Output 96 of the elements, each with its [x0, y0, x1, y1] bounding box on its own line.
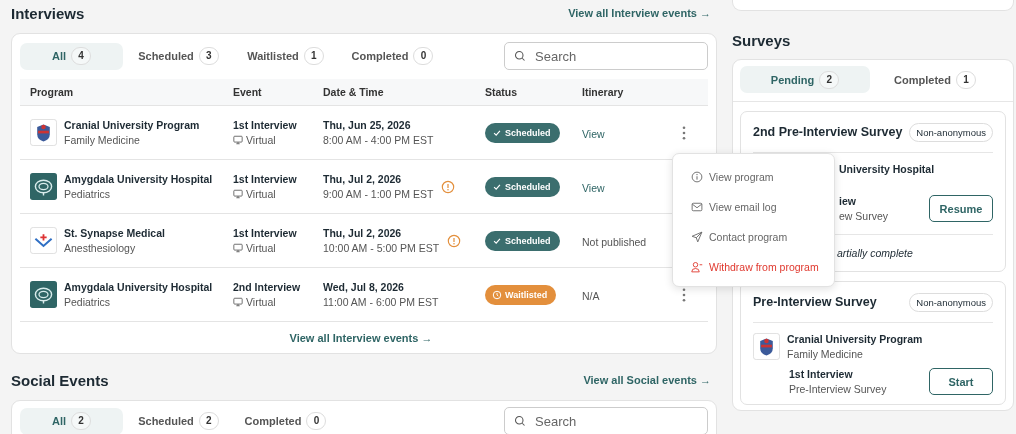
status-badge: Scheduled [485, 230, 560, 251]
program-name: Cranial University Program [787, 333, 923, 345]
itinerary-text: N/A [582, 289, 600, 302]
program-name: Amygdala University Hospital [64, 173, 213, 185]
event-date: Thu, Jul 2, 2026 [323, 227, 403, 239]
event-name: 2nd Interview [233, 281, 302, 293]
count-badge: 0 [306, 412, 327, 430]
column-header: Event [233, 86, 263, 98]
event-name: 1st Interview [233, 119, 298, 131]
filter-tab[interactable]: All 4 [20, 42, 123, 70]
search-icon [514, 50, 526, 62]
column-header: Status [485, 86, 519, 98]
filter-tab[interactable]: Completed 0 [234, 407, 337, 434]
medical-logo-icon [30, 227, 57, 254]
event-mode: Virtual [246, 242, 276, 254]
event-name: 1st Interview [233, 227, 298, 239]
section-title: Surveys [732, 32, 792, 49]
survey-name: Pre-Interview Survey [789, 383, 887, 395]
event-time: 9:00 AM - 1:00 PM EST [323, 188, 434, 200]
brain-logo-icon [30, 281, 57, 308]
event-name: iew [839, 195, 857, 207]
survey-status: artially complete [837, 247, 913, 259]
specialty: Family Medicine [787, 348, 864, 360]
event-mode: Virtual [246, 134, 276, 146]
survey-title: 2nd Pre-Interview Survey [753, 125, 903, 139]
count-badge: 2 [819, 70, 840, 89]
event-mode: Virtual [246, 188, 276, 200]
event-date: Wed, Jul 8, 2026 [323, 281, 405, 293]
survey-name: ew Survey [839, 210, 889, 222]
paper-plane-icon [691, 231, 703, 243]
event-mode: Virtual [246, 296, 276, 308]
view-all-link[interactable]: View all Social events → [583, 374, 711, 386]
filter-tab[interactable]: Pending 2 [740, 66, 870, 93]
status-badge: Scheduled [485, 176, 560, 197]
specialty: Anesthesiology [64, 242, 137, 254]
program-name: Amygdala University Hospital [64, 281, 213, 293]
event-time: 8:00 AM - 4:00 PM EST [323, 134, 434, 146]
program-name: St. Synapse Medical [64, 227, 165, 239]
filter-tab[interactable]: Waitlisted 1 [234, 42, 337, 70]
count-badge: 1 [303, 47, 324, 65]
menu-item[interactable]: Contact program [673, 222, 834, 252]
count-badge: 3 [198, 47, 219, 65]
more-options-icon[interactable] [682, 287, 686, 302]
count-badge: 2 [71, 412, 92, 430]
survey-action-button[interactable]: Resume [929, 195, 993, 222]
section-title: Interviews [11, 4, 85, 22]
monitor-icon [233, 189, 243, 199]
event-time: 11:00 AM - 6:00 PM EST [323, 296, 439, 308]
column-header: Program [30, 86, 75, 98]
column-header: Date & Time [323, 86, 385, 98]
menu-item[interactable]: Withdraw from program [673, 252, 834, 282]
program-name: University Hospital [839, 163, 935, 175]
shield-logo-icon [753, 333, 780, 360]
itinerary-link[interactable]: View [582, 127, 605, 140]
status-badge: Scheduled [485, 122, 560, 143]
survey-action-button[interactable]: Start [929, 368, 993, 395]
filter-tab[interactable]: Scheduled 3 [127, 42, 230, 70]
search-icon [514, 415, 526, 427]
shield-logo-icon [30, 119, 57, 146]
mail-icon [691, 201, 703, 213]
view-all-link[interactable]: View all Interview events → [568, 7, 711, 19]
event-name: 1st Interview [789, 368, 854, 380]
menu-item[interactable]: View email log [673, 192, 834, 222]
monitor-icon [233, 297, 243, 307]
section-title: Social Events [11, 371, 109, 389]
column-header: Itinerary [582, 86, 625, 98]
brain-logo-icon [30, 173, 57, 200]
filter-tab[interactable]: Completed 0 [341, 42, 444, 70]
specialty: Pediatrics [64, 296, 112, 308]
search-field[interactable]: Search [504, 407, 708, 434]
monitor-icon [233, 243, 243, 253]
event-date: Thu, Jun 25, 2026 [323, 119, 412, 131]
count-badge: 0 [413, 47, 434, 65]
itinerary-link[interactable]: View [582, 181, 605, 194]
program-name: Cranial University Program [64, 119, 200, 131]
specialty: Pediatrics [64, 188, 112, 200]
monitor-icon [233, 135, 243, 145]
survey-title: Pre-Interview Survey [753, 295, 877, 309]
event-time: 10:00 AM - 5:00 PM EST [323, 242, 440, 254]
search-field[interactable]: Search [504, 42, 708, 70]
count-badge: 1 [955, 70, 976, 89]
specialty: Family Medicine [64, 134, 141, 146]
event-name: 1st Interview [233, 173, 298, 185]
info-icon [691, 171, 703, 183]
filter-tab[interactable]: Completed 1 [870, 66, 1000, 93]
user-minus-icon [691, 261, 703, 273]
filter-tab[interactable]: Scheduled 2 [127, 407, 230, 434]
menu-item[interactable]: View program [673, 162, 834, 192]
count-badge: 4 [71, 47, 92, 65]
itinerary-text: Not published [582, 235, 647, 248]
filter-tab[interactable]: All 2 [20, 407, 123, 434]
count-badge: 2 [198, 412, 219, 430]
view-all-link[interactable]: View all Interview events → [289, 331, 433, 344]
event-date: Thu, Jul 2, 2026 [323, 173, 403, 185]
status-badge: Waitlisted [485, 284, 557, 305]
more-options-icon[interactable] [682, 125, 686, 140]
